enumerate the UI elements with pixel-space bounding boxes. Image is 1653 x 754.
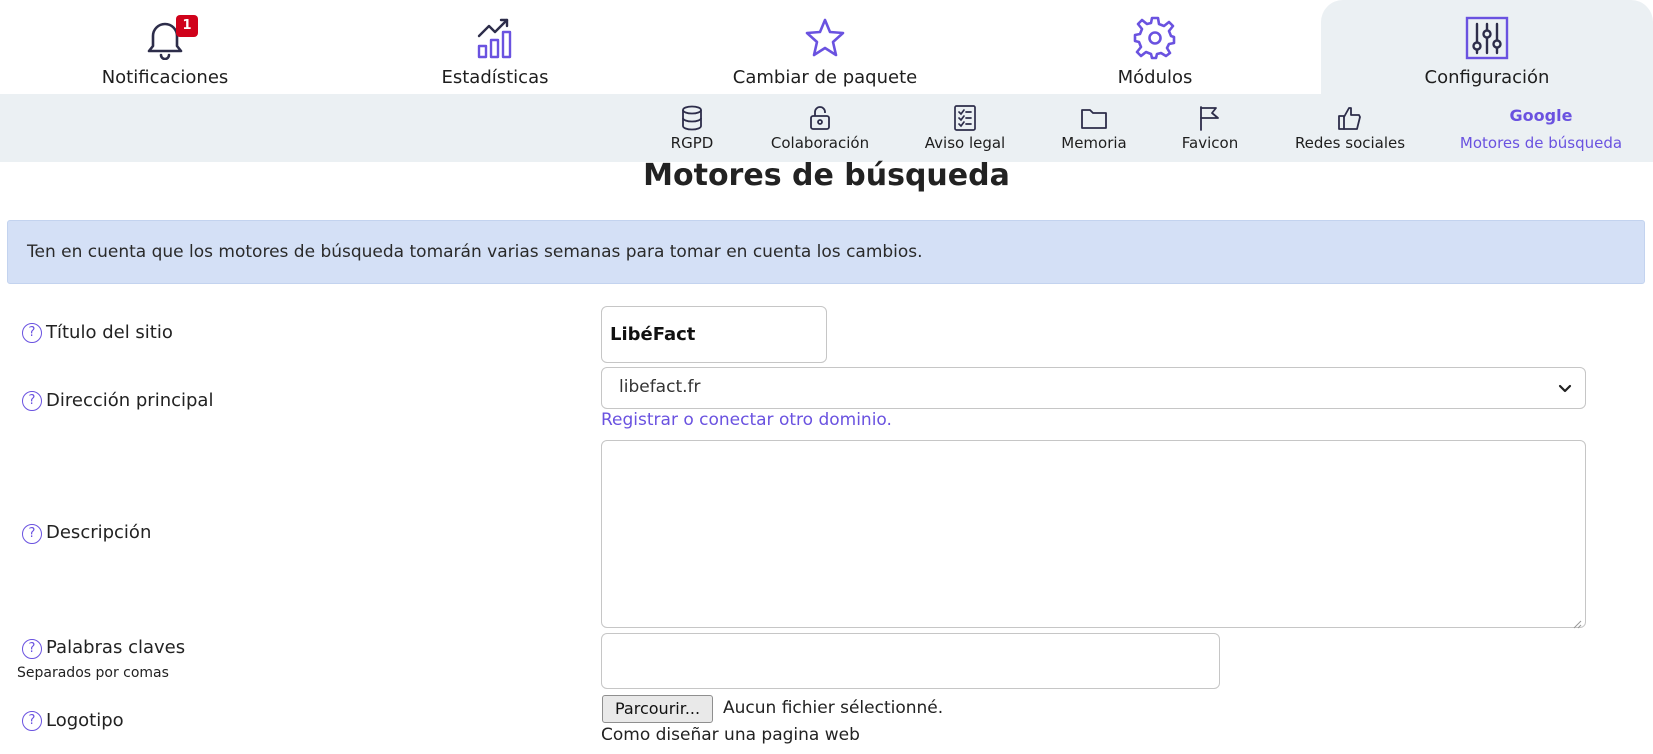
subnav-item-motores-busqueda[interactable]: Google Motores de búsqueda xyxy=(1456,94,1626,162)
subnav-label: Memoria xyxy=(1061,134,1127,152)
subnav-item-favicon[interactable]: Favicon xyxy=(1174,94,1246,162)
sub-navigation: RGPD Colaboración Aviso legal Memoria Fa… xyxy=(0,94,1653,162)
topnav-item-cambiar-paquete[interactable]: Cambiar de paquete xyxy=(660,0,990,94)
file-status-text: Aucun fichier sélectionné. xyxy=(723,698,944,718)
register-domain-link[interactable]: Registrar o conectar otro dominio. xyxy=(601,410,892,430)
star-icon xyxy=(803,16,847,60)
main-address-value: libefact.fr xyxy=(619,377,701,397)
topnav-label: Cambiar de paquete xyxy=(732,67,918,88)
topnav-item-configuracion[interactable]: Configuración xyxy=(1321,0,1653,94)
topnav-item-notificaciones[interactable]: 1 Notificaciones xyxy=(0,0,330,94)
subnav-label: Colaboración xyxy=(770,134,870,152)
help-icon[interactable]: ? xyxy=(22,524,42,544)
description-textarea[interactable] xyxy=(601,440,1586,628)
google-logo: Google xyxy=(1509,106,1573,125)
help-icon[interactable]: ? xyxy=(22,639,42,659)
folder-icon xyxy=(1080,104,1108,132)
logo-helper-text: Como diseñar una pagina web xyxy=(601,725,860,745)
main-address-select[interactable]: libefact.fr xyxy=(601,367,1586,409)
subnav-item-rgpd[interactable]: RGPD xyxy=(652,94,732,162)
site-title-input[interactable] xyxy=(601,306,827,363)
resize-grip-icon[interactable] xyxy=(1572,614,1582,629)
subnav-label: Favicon xyxy=(1181,134,1239,152)
notification-badge: 1 xyxy=(176,15,198,37)
topnav-item-estadisticas[interactable]: Estadísticas xyxy=(330,0,660,94)
topnav-label: Estadísticas xyxy=(441,67,549,88)
keywords-sublabel: Separados por comas xyxy=(17,665,169,681)
main-address-label: Dirección principal xyxy=(46,390,214,411)
info-notice: Ten en cuenta que los motores de búsqued… xyxy=(7,220,1645,284)
logo-label: Logotipo xyxy=(46,710,124,731)
page-title: Motores de búsqueda xyxy=(643,158,1010,193)
top-navigation: 1 Notificaciones Estadísticas Cambiar de… xyxy=(0,0,1653,94)
description-label: Descripción xyxy=(46,522,152,543)
topnav-label: Módulos xyxy=(1117,67,1193,88)
subnav-label: Redes sociales xyxy=(1294,134,1406,152)
checklist-icon xyxy=(951,104,979,132)
info-notice-text: Ten en cuenta que los motores de búsqued… xyxy=(27,242,923,262)
chart-icon xyxy=(473,16,517,60)
help-icon[interactable]: ? xyxy=(22,391,42,411)
subnav-item-aviso-legal[interactable]: Aviso legal xyxy=(915,94,1015,162)
thumbs-up-icon xyxy=(1336,104,1364,132)
help-icon[interactable]: ? xyxy=(22,323,42,343)
topnav-item-modulos[interactable]: Módulos xyxy=(990,0,1320,94)
subnav-label: Aviso legal xyxy=(924,134,1006,152)
browse-file-button[interactable]: Parcourir... xyxy=(602,695,714,723)
topnav-label: Configuración xyxy=(1424,67,1550,88)
help-icon[interactable]: ? xyxy=(22,711,42,731)
subnav-item-colaboracion[interactable]: Colaboración xyxy=(757,94,883,162)
keywords-input[interactable] xyxy=(601,633,1220,689)
site-title-label: Título del sitio xyxy=(46,322,173,343)
subnav-item-redes-sociales[interactable]: Redes sociales xyxy=(1290,94,1410,162)
database-icon xyxy=(678,104,706,132)
flag-icon xyxy=(1196,104,1224,132)
subnav-label: RGPD xyxy=(670,134,714,152)
gear-icon xyxy=(1133,16,1177,60)
keywords-label: Palabras claves xyxy=(46,637,186,658)
lock-icon xyxy=(806,104,834,132)
chevron-down-icon xyxy=(1557,381,1573,397)
topnav-label: Notificaciones xyxy=(101,67,229,88)
sliders-icon xyxy=(1465,16,1509,60)
subnav-item-memoria[interactable]: Memoria xyxy=(1054,94,1134,162)
subnav-label: Motores de búsqueda xyxy=(1459,134,1623,152)
